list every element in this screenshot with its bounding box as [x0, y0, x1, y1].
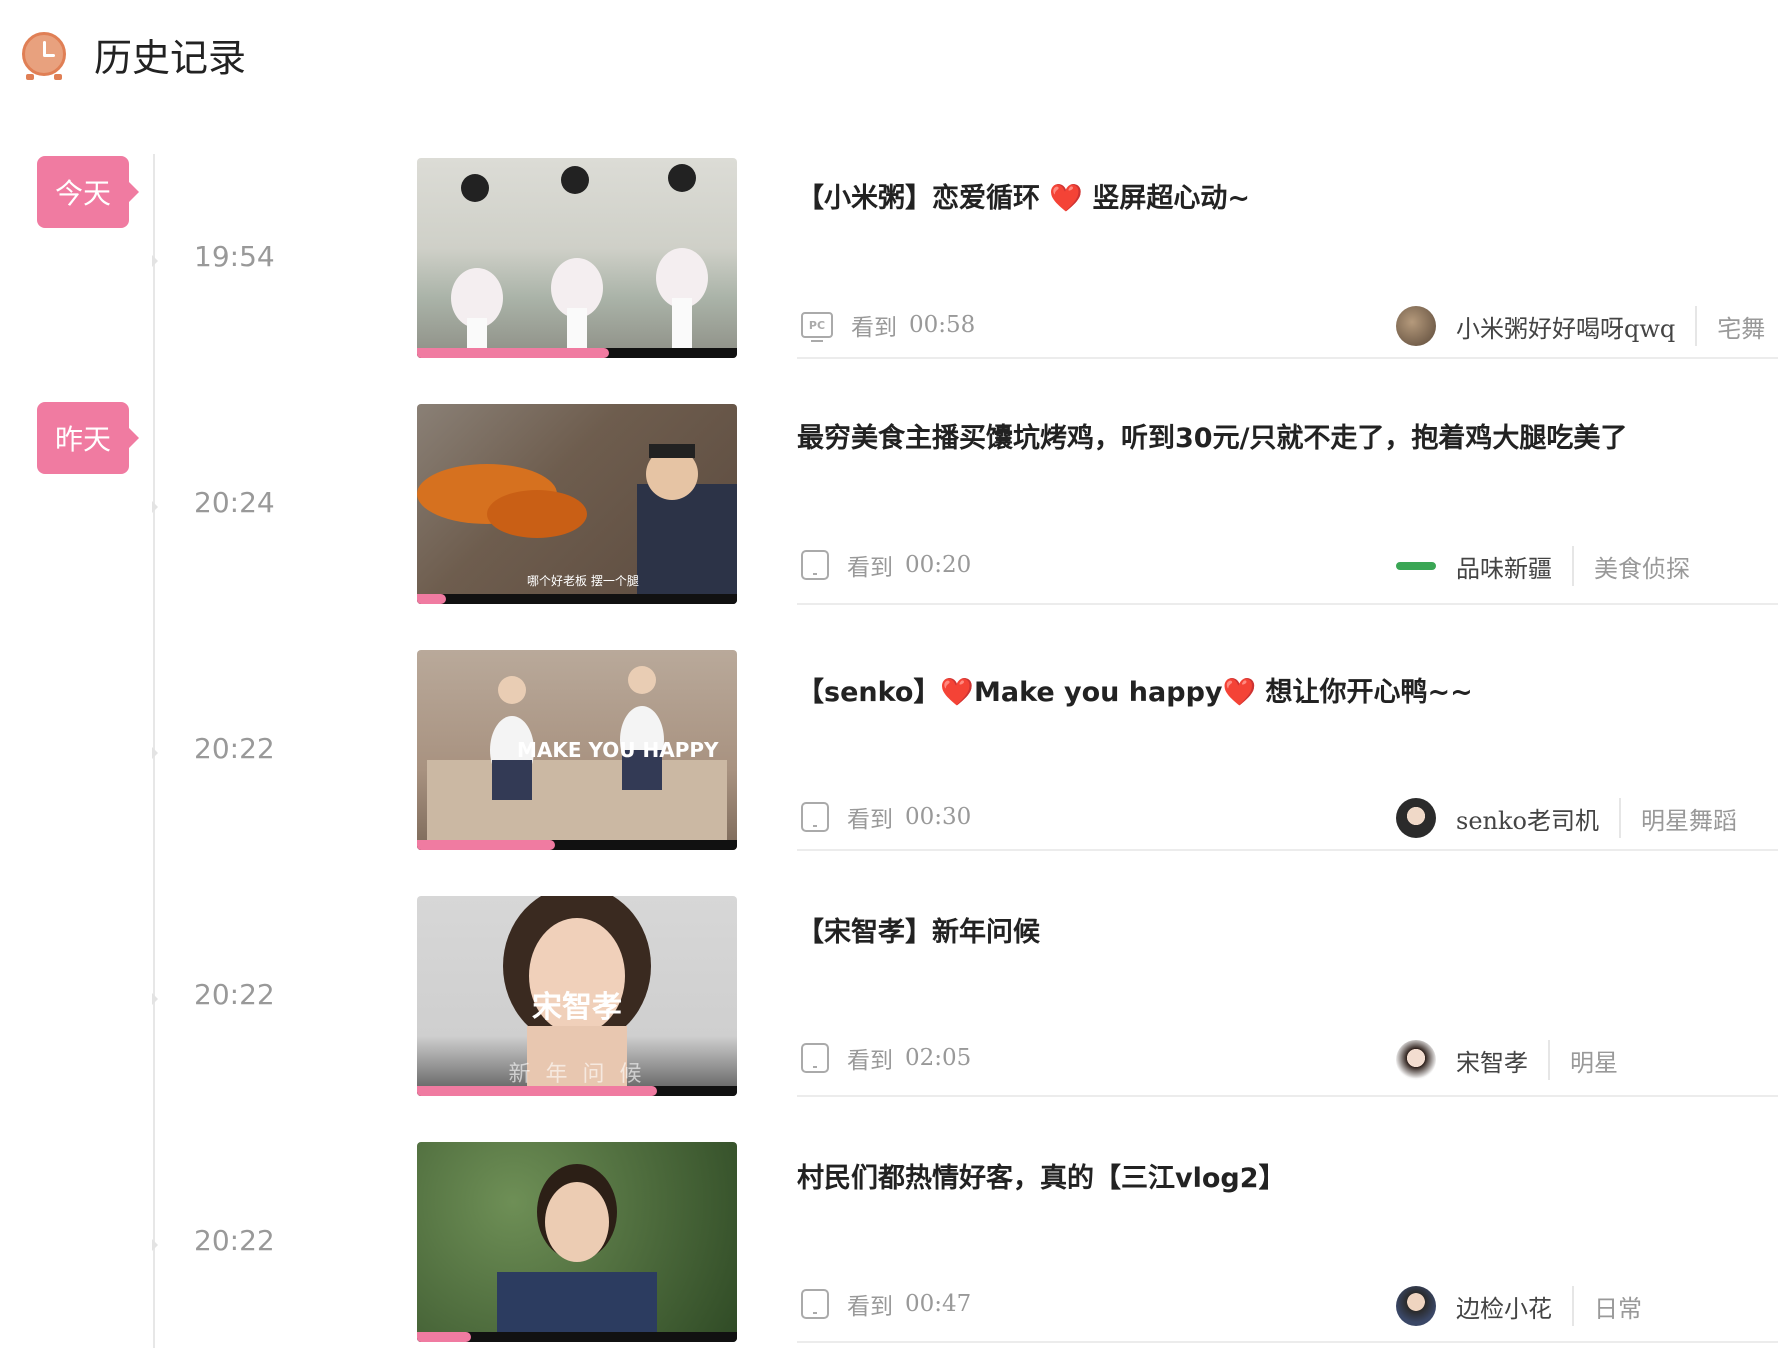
video-thumbnail[interactable]	[417, 1142, 737, 1342]
video-thumbnail[interactable]	[417, 158, 737, 358]
watch-time: 19:54	[194, 240, 275, 273]
avatar[interactable]	[1396, 1286, 1436, 1326]
page-title: 历史记录	[94, 35, 247, 80]
author-name[interactable]: 宋智孝	[1456, 1043, 1528, 1078]
watched-position: 00:30	[905, 804, 972, 830]
watch-progress-info: PC 看到 00:58	[797, 305, 975, 345]
watch-progress-info: 看到 02:05	[797, 1038, 971, 1078]
author-info: 品味新疆 美食侦探	[1396, 544, 1690, 588]
video-title[interactable]: 最穷美食主播买馕坑烤鸡，听到30元/只就不走了，抱着鸡大腿吃美了	[797, 416, 1627, 455]
divider	[1572, 1286, 1574, 1326]
author-info: 边检小花 日常	[1396, 1284, 1642, 1328]
thumbnail-image	[497, 1164, 657, 1342]
category-tag[interactable]: 日常	[1594, 1289, 1642, 1324]
timeline-dot	[152, 255, 158, 267]
watch-progress-info: 看到 00:47	[797, 1284, 971, 1324]
video-title[interactable]: 【senko】❤️Make you happy❤️ 想让你开心鸭~~	[797, 670, 1473, 709]
watched-position: 02:05	[905, 1045, 972, 1071]
author-info: 宋智孝 明星	[1396, 1038, 1618, 1082]
timeline-dot	[152, 501, 158, 513]
progress-fill	[417, 594, 446, 604]
avatar[interactable]	[1396, 306, 1436, 346]
video-title[interactable]: 【宋智孝】新年问候	[797, 910, 1040, 949]
timeline-dot	[152, 1239, 158, 1251]
mobile-icon	[801, 802, 829, 832]
category-tag[interactable]: 明星舞蹈	[1641, 801, 1737, 836]
watch-time: 20:22	[194, 978, 275, 1011]
watch-progress-info: 看到 00:20	[797, 545, 971, 585]
watched-label: 看到	[847, 807, 893, 833]
author-name[interactable]: 小米粥好好喝呀qwq	[1456, 309, 1675, 344]
watch-progress-info: 看到 00:30	[797, 797, 971, 837]
avatar[interactable]	[1396, 1040, 1436, 1080]
progress-bar	[417, 348, 737, 358]
progress-bar	[417, 1086, 737, 1096]
progress-bar	[417, 840, 737, 850]
author-info: 小米粥好好喝呀qwq 宅舞	[1396, 304, 1765, 348]
progress-fill	[417, 840, 555, 850]
progress-fill	[417, 348, 609, 358]
watched-label: 看到	[851, 315, 897, 341]
video-thumbnail[interactable]: 哪个好老板 摆一个腿	[417, 404, 737, 604]
mobile-icon	[801, 550, 829, 580]
video-caption: 哪个好老板 摆一个腿	[527, 574, 639, 588]
clock-icon	[20, 30, 68, 80]
avatar[interactable]	[1396, 798, 1436, 838]
progress-fill	[417, 1332, 472, 1342]
row-divider	[797, 603, 1778, 605]
progress-bar	[417, 1332, 737, 1342]
video-subcaption: 新 年 问 候	[508, 1062, 646, 1087]
divider	[1572, 546, 1574, 586]
category-tag[interactable]: 明星	[1570, 1043, 1618, 1078]
watched-position: 00:47	[905, 1291, 972, 1317]
mobile-icon	[801, 1289, 829, 1319]
avatar[interactable]	[1396, 546, 1436, 586]
watched-label: 看到	[847, 1048, 893, 1074]
author-name[interactable]: senko老司机	[1456, 801, 1599, 836]
timeline-dot	[152, 993, 158, 1005]
author-info: senko老司机 明星舞蹈	[1396, 796, 1737, 840]
page-header: 历史记录	[20, 24, 246, 84]
watch-time: 20:22	[194, 732, 275, 765]
timeline-dot	[152, 747, 158, 759]
category-tag[interactable]: 美食侦探	[1594, 549, 1690, 584]
video-caption: MAKE YOU HAPPY	[517, 738, 719, 762]
video-caption: 宋智孝	[532, 990, 622, 1025]
watch-time: 20:24	[194, 486, 275, 519]
mobile-icon	[801, 1043, 829, 1073]
progress-fill	[417, 1086, 657, 1096]
watched-label: 看到	[847, 555, 893, 581]
row-divider	[797, 849, 1778, 851]
progress-bar	[417, 594, 737, 604]
row-divider	[797, 1341, 1778, 1343]
day-badge-yesterday: 昨天	[37, 402, 139, 474]
pc-icon: PC	[801, 312, 833, 342]
category-tag[interactable]: 宅舞	[1717, 309, 1765, 344]
watch-time: 20:22	[194, 1224, 275, 1257]
author-name[interactable]: 边检小花	[1456, 1289, 1552, 1324]
row-divider	[797, 357, 1778, 359]
divider	[1548, 1040, 1550, 1080]
video-thumbnail[interactable]: MAKE YOU HAPPY	[417, 650, 737, 850]
watched-position: 00:58	[909, 312, 976, 338]
author-name[interactable]: 品味新疆	[1456, 549, 1552, 584]
divider	[1695, 306, 1698, 346]
thumbnail-image	[451, 164, 708, 358]
divider	[1618, 798, 1621, 838]
row-divider	[797, 1095, 1778, 1097]
day-badge-today: 今天	[37, 156, 139, 228]
video-title[interactable]: 村民们都热情好客，真的【三江vlog2】	[797, 1156, 1286, 1195]
watched-position: 00:20	[905, 552, 972, 578]
video-thumbnail[interactable]: 宋智孝 新 年 问 候	[417, 896, 737, 1096]
watched-label: 看到	[847, 1294, 893, 1320]
video-title[interactable]: 【小米粥】恋爱循环 ❤️ 竖屏超心动~	[797, 176, 1250, 215]
